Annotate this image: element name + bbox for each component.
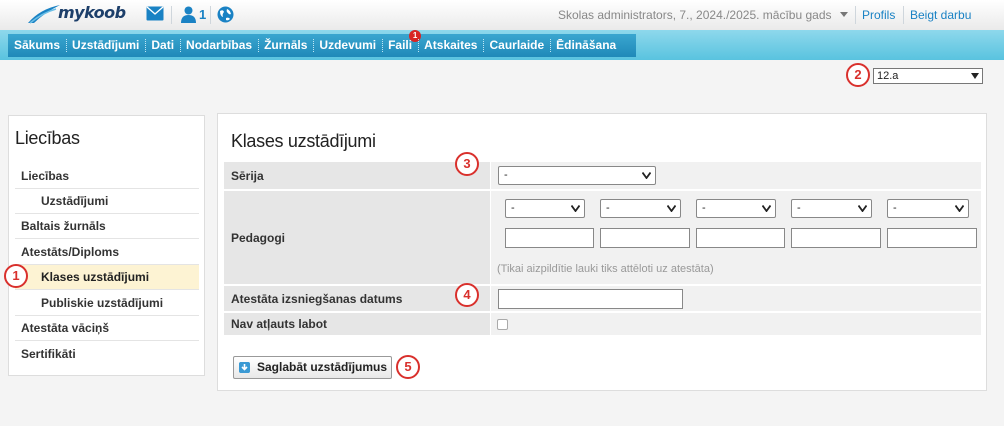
no-edit-checkbox[interactable] [497, 319, 508, 330]
class-select[interactable]: 12.a [873, 68, 983, 84]
issue-date-row [491, 286, 981, 312]
nav-item-edinasana[interactable]: Ēdināšana [550, 34, 622, 57]
chevron-down-icon [571, 205, 580, 212]
page-title: Klases uzstādījumi [231, 131, 376, 151]
nav-item-uzstadijumi[interactable]: Uzstādījumi [66, 34, 145, 57]
nav-item-atskaites[interactable]: Atskaites [418, 34, 483, 57]
no-edit-row [491, 313, 981, 336]
nav-item-zurnals[interactable]: Žurnāls [258, 34, 313, 57]
user-icon[interactable] [181, 6, 196, 23]
globe-icon[interactable] [217, 6, 234, 23]
series-row: - [491, 162, 981, 190]
class-select-value: 12.a [877, 70, 899, 82]
issue-date-input[interactable] [498, 289, 683, 309]
sidebar-title: Liecības [15, 128, 80, 148]
sidebar-item-sertifikati[interactable]: Sertifikāti [15, 342, 199, 367]
teacher-select-value: - [893, 202, 897, 214]
sidebar-item-atestata-vacins[interactable]: Atestāta vāciņš [15, 316, 199, 341]
teacher-name-input-4[interactable] [791, 228, 881, 248]
issue-date-label: Atestāta izsniegšanas datums [224, 286, 490, 312]
sidebar-item-atestats-diploms[interactable]: Atestāts/Diploms [15, 240, 199, 265]
nav-item-uzdevumi[interactable]: Uzdevumi [313, 34, 382, 57]
teacher-select-4[interactable]: - [791, 199, 872, 218]
chevron-down-icon[interactable] [840, 12, 848, 17]
teacher-select-value: - [702, 202, 706, 214]
nav-item-nodarbibas[interactable]: Nodarbības [180, 34, 258, 57]
chevron-down-icon [642, 172, 651, 179]
callout-marker-3: 3 [455, 152, 479, 176]
callout-marker-2: 2 [846, 63, 870, 87]
user-count-badge[interactable]: 1 [199, 7, 206, 22]
nav-item-caurlaide[interactable]: Caurlaide [483, 34, 550, 57]
topbar-divider [855, 6, 856, 24]
callout-marker-1: 1 [4, 264, 28, 288]
save-button-label: Saglabāt uzstādījumus [257, 360, 388, 374]
teacher-name-input-2[interactable] [600, 228, 690, 248]
sidebar-item-uzstadijumi[interactable]: Uzstādījumi [15, 189, 199, 214]
save-settings-button[interactable]: Saglabāt uzstādījumus [233, 356, 392, 379]
chevron-down-icon [667, 205, 676, 212]
top-bar: mykoob 1 Skolas administrators, 7., 2024… [0, 0, 1004, 30]
topbar-divider [210, 6, 211, 24]
chevron-down-icon [762, 205, 771, 212]
nav-item-label: Faili [388, 38, 413, 52]
profile-link[interactable]: Profils [862, 8, 895, 22]
logout-link[interactable]: Beigt darbu [910, 8, 971, 22]
logo-swoosh-icon [28, 5, 60, 24]
chevron-down-icon [955, 205, 964, 212]
teachers-label: Pedagogi [224, 191, 490, 285]
sidebar-item-baltais-zurnals[interactable]: Baltais žurnāls [15, 214, 199, 239]
chevron-down-icon [858, 205, 867, 212]
teacher-name-input-5[interactable] [887, 228, 977, 248]
sidebar-item-klases-uzstadijumi[interactable]: Klases uzstādījumi [15, 265, 199, 290]
teacher-name-input-1[interactable] [505, 228, 594, 248]
class-settings-panel: Klases uzstādījumi Sērija - Pedagogi - -… [217, 113, 987, 391]
mail-icon[interactable] [146, 6, 164, 21]
main-nav: Sākums Uzstādījumi Dati Nodarbības Žurnā… [8, 30, 636, 57]
topbar-divider [171, 6, 172, 24]
teacher-select-3[interactable]: - [696, 199, 776, 218]
mykoob-logo[interactable]: mykoob [26, 3, 126, 25]
teachers-row: - - - - - (Tikai aizpildītie lauki tiks … [491, 191, 981, 285]
teacher-select-1[interactable]: - [505, 199, 585, 218]
teacher-select-2[interactable]: - [600, 199, 681, 218]
school-year-selector[interactable]: Skolas administrators, 7., 2024./2025. m… [558, 8, 832, 22]
save-icon [239, 362, 250, 373]
callout-marker-4: 4 [455, 283, 479, 307]
series-select[interactable]: - [498, 166, 656, 185]
chevron-down-icon [971, 73, 979, 79]
nav-item-sakums[interactable]: Sākums [8, 34, 66, 57]
teacher-name-input-3[interactable] [696, 228, 785, 248]
series-select-value: - [504, 169, 508, 181]
nav-item-faili[interactable]: Faili 1 [382, 30, 422, 57]
teacher-select-value: - [511, 202, 515, 214]
teacher-select-5[interactable]: - [887, 199, 969, 218]
series-label: Sērija [224, 162, 490, 190]
nav-item-dati[interactable]: Dati [145, 34, 180, 57]
teachers-hint: (Tikai aizpildītie lauki tiks attēloti u… [497, 263, 714, 275]
sidebar-item-publiskie-uzstadijumi[interactable]: Publiskie uzstādījumi [15, 291, 199, 316]
teacher-select-value: - [797, 202, 801, 214]
sidebar: Liecības Liecības Uzstādījumi Baltais žu… [8, 115, 205, 376]
no-edit-label: Nav atļauts labot [224, 313, 490, 336]
teacher-select-value: - [606, 202, 610, 214]
logo-text: mykoob [58, 3, 126, 22]
callout-marker-5: 5 [396, 355, 420, 379]
topbar-divider [903, 6, 904, 24]
sidebar-item-liecibas[interactable]: Liecības [15, 164, 199, 189]
